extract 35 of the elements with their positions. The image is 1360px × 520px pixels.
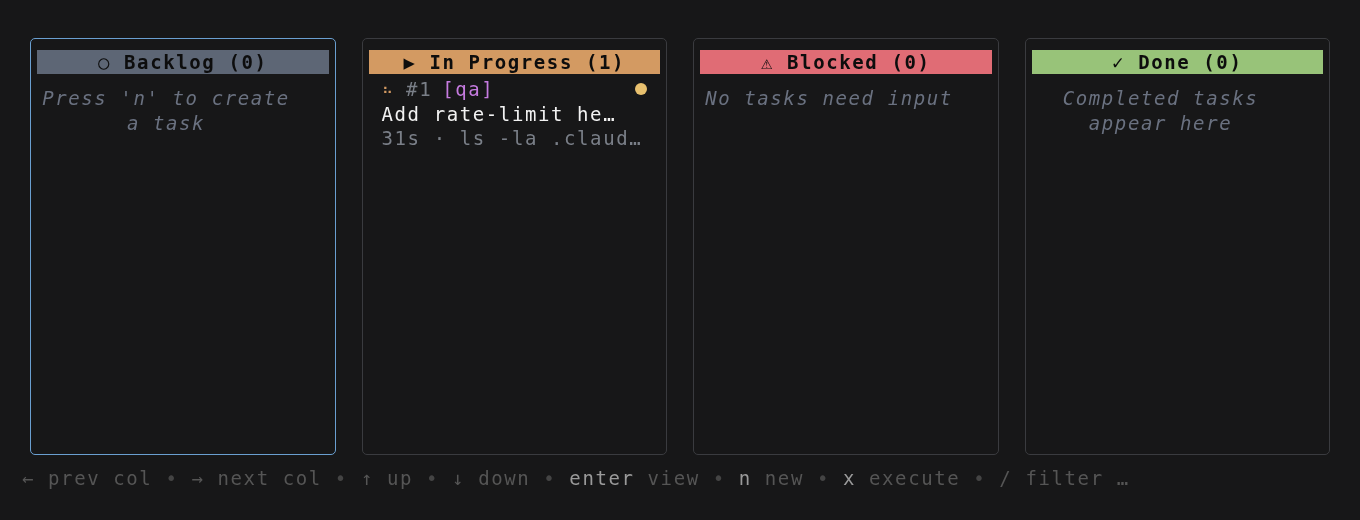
shortcut-label: execute: [869, 467, 961, 489]
empty-message: Press 'n' to create a task: [41, 86, 291, 136]
separator-dot: •: [543, 467, 557, 489]
shortcut-label: new: [764, 467, 804, 489]
column-panel[interactable]: ○ Backlog (0) Press 'n' to create a task: [30, 38, 336, 455]
shortcut-key: n: [738, 467, 752, 489]
shortcut-label: ↓ down: [452, 467, 531, 489]
task-detail: 31s · ls -la .claud…: [381, 126, 644, 151]
task-tag: [qa]: [442, 77, 495, 102]
shortcut-key: enter: [569, 467, 635, 489]
separator-dot: •: [334, 467, 348, 489]
column-header: ▶ In Progress (1): [368, 50, 660, 74]
separator-dot: •: [973, 467, 987, 489]
shortcut-label: ↑ up: [360, 467, 414, 489]
column-header: ⚠ Blocked (0): [700, 50, 992, 74]
shortcut-key: x: [843, 467, 857, 489]
column-panel[interactable]: ✓ Done (0) Completed tasks appear here: [1024, 38, 1330, 455]
column-panel[interactable]: ⚠ Blocked (0) No tasks need input: [693, 38, 999, 455]
column-header: ○ Backlog (0): [37, 50, 329, 74]
shortcut-label: → next col: [191, 467, 322, 489]
separator-dot: •: [712, 467, 726, 489]
empty-message: No tasks need input: [704, 86, 954, 111]
task-id: #1: [406, 77, 433, 102]
spinner-icon: ⠦: [381, 77, 395, 102]
shortcut-label: ← prev col: [22, 467, 153, 489]
shortcut-label: view: [647, 467, 700, 489]
task-title: Add rate-limit he…: [381, 101, 618, 126]
separator-dot: •: [165, 467, 179, 489]
separator-dot: •: [426, 467, 440, 489]
empty-message: Completed tasks appear here: [1061, 86, 1260, 136]
column-header: ✓ Done (0): [1031, 50, 1323, 74]
column-panel[interactable]: ▶ In Progress (1) ⠦ #1 [qa] Add rate-limit he… 31s · ls -la .claud…: [361, 38, 667, 455]
shortcut-label: / filter …: [999, 467, 1130, 489]
task-card[interactable]: ⠦ #1 [qa] Add rate-limit he… 31s · ls -la .claud…: [368, 74, 660, 151]
separator-dot: •: [816, 467, 830, 489]
